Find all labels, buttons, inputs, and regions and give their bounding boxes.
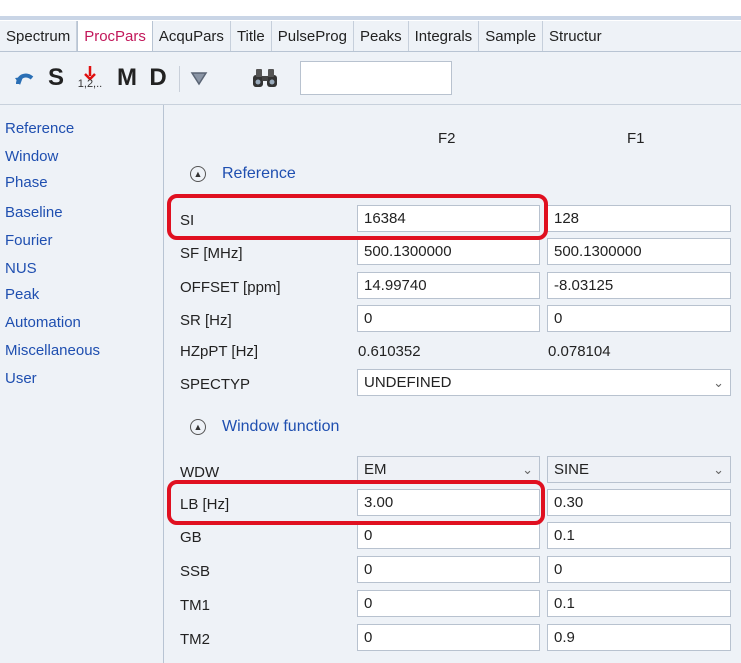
tab-peaks[interactable]: Peaks	[354, 21, 409, 51]
filter-button[interactable]	[184, 60, 214, 96]
tab-spectrum[interactable]: Spectrum	[0, 21, 78, 51]
wdw-f1-select[interactable]: SINE ⌄	[547, 456, 731, 483]
param-label-hzppt: HZpPT [Hz]	[180, 343, 259, 360]
hzppt-f1-value: 0.078104	[548, 343, 611, 360]
section-title: Window function	[222, 418, 340, 435]
section-window-header[interactable]: ▲ Window function	[190, 418, 339, 436]
highlight-si-row	[167, 194, 548, 240]
si-f1-field[interactable]: 128	[547, 205, 731, 232]
column-header-f1: F1	[627, 130, 645, 147]
section-title: Reference	[222, 165, 296, 182]
sidebar: Reference Window Phase Baseline Fourier …	[0, 105, 164, 663]
wdw-f1-value: SINE	[554, 461, 590, 478]
gb-f1-field[interactable]: 0.1	[547, 522, 731, 549]
sidebar-item-peak[interactable]: Peak	[5, 286, 39, 303]
param-label-wdw: WDW	[180, 464, 220, 481]
gb-f2-field[interactable]: 0	[357, 522, 540, 549]
sidebar-item-user[interactable]: User	[5, 370, 37, 387]
tm2-f2-field[interactable]: 0	[357, 624, 540, 651]
highlight-lb-row	[167, 480, 545, 525]
param-label-gb: GB	[180, 529, 202, 546]
collapse-icon: ▲	[190, 166, 206, 182]
param-label-tm2: TM2	[180, 631, 210, 648]
offset-f1-field[interactable]: -8.03125	[547, 272, 731, 299]
tab-procpars[interactable]: ProcPars	[77, 21, 153, 51]
binoculars-icon	[253, 69, 277, 87]
wdw-f2-select[interactable]: EM ⌄	[357, 456, 540, 483]
sidebar-item-window[interactable]: Window	[5, 148, 58, 165]
section-reference-header[interactable]: ▲ Reference	[190, 165, 296, 183]
tab-pulseprog[interactable]: PulseProg	[272, 21, 354, 51]
chevron-down-icon: ⌄	[522, 461, 533, 477]
chevron-down-icon: ⌄	[713, 374, 724, 390]
toolbar: S 1,2,.. M D	[0, 52, 741, 105]
tab-sample[interactable]: Sample	[479, 21, 544, 51]
sidebar-item-nus[interactable]: NUS	[5, 260, 37, 277]
param-label-ssb: SSB	[180, 563, 211, 580]
sidebar-item-reference[interactable]: Reference	[5, 120, 74, 137]
tm1-f2-field[interactable]: 0	[357, 590, 540, 617]
param-label-offset: OFFSET [ppm]	[180, 279, 281, 296]
sidebar-item-fourier[interactable]: Fourier	[5, 232, 53, 249]
offset-f2-field[interactable]: 14.99740	[357, 272, 540, 299]
param-label-spectyp: SPECTYP	[180, 376, 251, 393]
sf-f2-field[interactable]: 500.1300000	[357, 238, 540, 265]
sidebar-item-baseline[interactable]: Baseline	[5, 204, 63, 221]
ssb-f1-field[interactable]: 0	[547, 556, 731, 583]
tab-structure[interactable]: Structur	[543, 21, 608, 51]
sidebar-item-miscellaneous[interactable]: Miscellaneous	[5, 342, 100, 359]
sidebar-item-phase[interactable]: Phase	[5, 174, 48, 191]
window-top-border	[0, 16, 741, 20]
tm2-f1-field[interactable]: 0.9	[547, 624, 731, 651]
s-button[interactable]: S	[44, 60, 68, 96]
undo-icon	[15, 73, 34, 85]
search-input[interactable]	[300, 61, 452, 95]
numbering-button[interactable]: 1,2,..	[72, 60, 108, 96]
sf-f1-field[interactable]: 500.1300000	[547, 238, 731, 265]
param-label-tm1: TM1	[180, 597, 210, 614]
d-button[interactable]: D	[146, 60, 170, 96]
param-label-sf: SF [MHz]	[180, 245, 243, 262]
sr-f2-field[interactable]: 0	[357, 305, 540, 332]
sidebar-item-automation[interactable]: Automation	[5, 314, 81, 331]
toolbar-separator	[179, 66, 180, 92]
spectyp-value: UNDEFINED	[364, 374, 452, 391]
numbering-label: 1,2,..	[77, 78, 103, 90]
sr-f1-field[interactable]: 0	[547, 305, 731, 332]
tab-title[interactable]: Title	[231, 21, 272, 51]
wdw-f2-value: EM	[364, 461, 387, 478]
column-header-f2: F2	[438, 130, 456, 147]
ssb-f2-field[interactable]: 0	[357, 556, 540, 583]
tm1-f1-field[interactable]: 0.1	[547, 590, 731, 617]
triangle-down-icon	[190, 72, 208, 86]
tab-acqupars[interactable]: AcquPars	[153, 21, 231, 51]
m-button[interactable]: M	[114, 60, 140, 96]
tab-integrals[interactable]: Integrals	[409, 21, 480, 51]
find-button[interactable]	[248, 60, 282, 96]
tab-bar: Spectrum ProcPars AcquPars Title PulsePr…	[0, 21, 741, 52]
spectyp-select[interactable]: UNDEFINED ⌄	[357, 369, 731, 396]
lb-f1-field[interactable]: 0.30	[547, 489, 731, 516]
collapse-icon: ▲	[190, 419, 206, 435]
undo-button[interactable]	[10, 60, 40, 96]
param-label-sr: SR [Hz]	[180, 312, 232, 329]
chevron-down-icon: ⌄	[713, 461, 724, 477]
hzppt-f2-value: 0.610352	[358, 343, 421, 360]
